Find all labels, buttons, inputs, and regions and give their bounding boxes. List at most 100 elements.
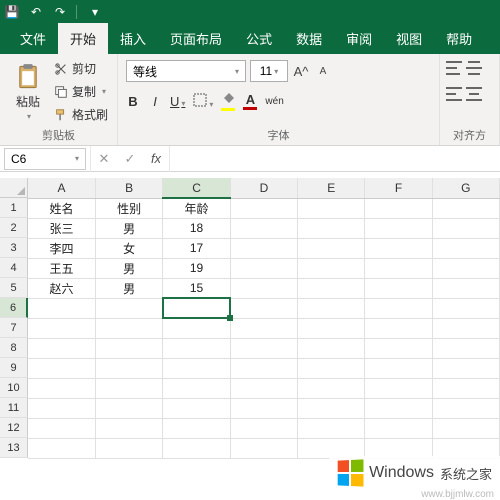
cell[interactable]: 王五 bbox=[28, 258, 95, 278]
cell[interactable] bbox=[298, 278, 365, 298]
cell[interactable] bbox=[432, 298, 499, 318]
row-header[interactable]: 11 bbox=[0, 398, 28, 418]
cell[interactable]: 性别 bbox=[95, 198, 162, 218]
cell[interactable]: 19 bbox=[163, 258, 230, 278]
copy-button[interactable]: 复制▾ bbox=[54, 83, 108, 100]
cell[interactable] bbox=[298, 418, 365, 438]
row-header[interactable]: 13 bbox=[0, 438, 28, 458]
cut-button[interactable]: 剪切 bbox=[54, 60, 108, 77]
align-center-button[interactable] bbox=[466, 87, 482, 101]
font-size-combo[interactable]: 11▾ bbox=[250, 60, 288, 82]
cell[interactable] bbox=[365, 438, 432, 458]
font-name-combo[interactable]: 等线▾ bbox=[126, 60, 246, 82]
column-header[interactable]: G bbox=[432, 178, 499, 198]
row-header[interactable]: 2 bbox=[0, 218, 28, 238]
decrease-font-button[interactable]: A bbox=[314, 60, 332, 82]
cell[interactable] bbox=[95, 418, 162, 438]
cell[interactable] bbox=[230, 198, 297, 218]
row-header[interactable]: 12 bbox=[0, 418, 28, 438]
cell[interactable] bbox=[432, 418, 499, 438]
name-box[interactable]: C6▾ bbox=[4, 148, 86, 170]
cell[interactable] bbox=[230, 358, 297, 378]
ribbon-tab-5[interactable]: 数据 bbox=[284, 23, 334, 54]
cell[interactable]: 15 bbox=[163, 278, 230, 298]
redo-icon[interactable]: ↷ bbox=[52, 4, 68, 20]
cell[interactable]: 18 bbox=[163, 218, 230, 238]
cell[interactable] bbox=[163, 318, 230, 338]
cell[interactable] bbox=[365, 398, 432, 418]
cell[interactable] bbox=[95, 318, 162, 338]
fill-handle[interactable] bbox=[227, 315, 233, 321]
cell[interactable] bbox=[163, 398, 230, 418]
worksheet-grid[interactable]: 12345678910111213 ABCDEFG 姓名性别年龄张三男18李四女… bbox=[0, 178, 500, 459]
cell[interactable] bbox=[230, 338, 297, 358]
row-header[interactable]: 1 bbox=[0, 198, 28, 218]
row-header[interactable]: 6 bbox=[0, 298, 28, 318]
cell[interactable] bbox=[230, 258, 297, 278]
increase-font-button[interactable]: A^ bbox=[292, 60, 310, 82]
cell[interactable] bbox=[432, 218, 499, 238]
formula-enter-button[interactable]: ✓ bbox=[117, 146, 143, 172]
cell[interactable] bbox=[365, 338, 432, 358]
cell[interactable]: 张三 bbox=[28, 218, 95, 238]
cell[interactable] bbox=[28, 318, 95, 338]
row-header[interactable]: 7 bbox=[0, 318, 28, 338]
align-middle-button[interactable] bbox=[466, 61, 482, 75]
cell[interactable] bbox=[432, 438, 499, 458]
cell[interactable]: 男 bbox=[95, 258, 162, 278]
format-painter-button[interactable]: 格式刷 bbox=[54, 106, 108, 123]
borders-button[interactable]: ▾ bbox=[193, 93, 213, 110]
column-header[interactable]: B bbox=[95, 178, 162, 198]
cell[interactable] bbox=[163, 438, 230, 458]
cell[interactable] bbox=[365, 318, 432, 338]
ribbon-tab-8[interactable]: 帮助 bbox=[434, 23, 484, 54]
cell[interactable]: 17 bbox=[163, 238, 230, 258]
cell[interactable] bbox=[230, 418, 297, 438]
cell[interactable]: 年龄 bbox=[163, 198, 230, 218]
cell[interactable] bbox=[365, 238, 432, 258]
row-header[interactable]: 9 bbox=[0, 358, 28, 378]
cell[interactable] bbox=[365, 218, 432, 238]
cell[interactable] bbox=[365, 258, 432, 278]
column-header[interactable]: D bbox=[230, 178, 297, 198]
cell[interactable] bbox=[95, 398, 162, 418]
cell[interactable] bbox=[298, 378, 365, 398]
cell[interactable] bbox=[298, 198, 365, 218]
cell[interactable] bbox=[163, 378, 230, 398]
cell[interactable] bbox=[432, 358, 499, 378]
cell[interactable] bbox=[163, 418, 230, 438]
cell[interactable] bbox=[432, 198, 499, 218]
cell[interactable] bbox=[432, 378, 499, 398]
row-header[interactable]: 3 bbox=[0, 238, 28, 258]
formula-input[interactable] bbox=[170, 148, 500, 170]
cell[interactable]: 男 bbox=[95, 218, 162, 238]
ribbon-tab-6[interactable]: 审阅 bbox=[334, 23, 384, 54]
cell[interactable] bbox=[298, 238, 365, 258]
cell[interactable] bbox=[365, 378, 432, 398]
bold-button[interactable]: B bbox=[126, 94, 140, 109]
cell[interactable] bbox=[95, 358, 162, 378]
cell[interactable] bbox=[230, 438, 297, 458]
cell[interactable] bbox=[432, 338, 499, 358]
save-icon[interactable]: 💾 bbox=[4, 4, 20, 20]
cell[interactable] bbox=[432, 238, 499, 258]
cell[interactable]: 姓名 bbox=[28, 198, 95, 218]
cell[interactable] bbox=[28, 338, 95, 358]
cell[interactable] bbox=[28, 418, 95, 438]
cell[interactable] bbox=[298, 438, 365, 458]
ribbon-tab-1[interactable]: 开始 bbox=[58, 23, 108, 54]
column-header[interactable]: A bbox=[28, 178, 95, 198]
cell[interactable] bbox=[365, 418, 432, 438]
cell[interactable] bbox=[95, 298, 162, 318]
formula-cancel-button[interactable]: ✕ bbox=[91, 146, 117, 172]
undo-icon[interactable]: ↶ bbox=[28, 4, 44, 20]
cell[interactable] bbox=[230, 318, 297, 338]
column-header[interactable]: F bbox=[365, 178, 432, 198]
cell[interactable] bbox=[365, 358, 432, 378]
row-header[interactable]: 10 bbox=[0, 378, 28, 398]
cell[interactable] bbox=[432, 258, 499, 278]
ribbon-tab-7[interactable]: 视图 bbox=[384, 23, 434, 54]
row-header[interactable]: 8 bbox=[0, 338, 28, 358]
cell[interactable] bbox=[298, 298, 365, 318]
cell[interactable] bbox=[28, 298, 95, 318]
